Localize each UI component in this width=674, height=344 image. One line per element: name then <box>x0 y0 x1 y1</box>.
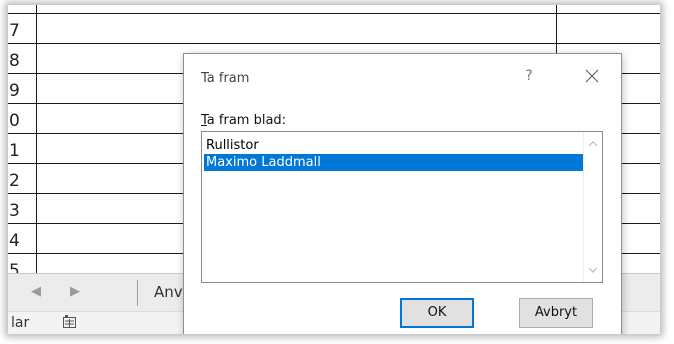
row-gridline <box>8 43 660 44</box>
row-header[interactable]: 1 <box>8 136 37 166</box>
row-gridline <box>8 13 660 14</box>
list-label-text: a fram blad: <box>206 113 287 128</box>
sheet-tab[interactable]: Anv <box>154 283 183 301</box>
unhide-dialog: Ta fram ? Ta fram blad: Rullistor Maximo… <box>183 53 622 334</box>
row-header[interactable]: 8 <box>8 46 37 76</box>
row-header[interactable]: 9 <box>8 76 37 106</box>
help-button[interactable]: ? <box>517 64 541 88</box>
excel-window: 7 8 9 0 1 2 3 4 5 ◀ ▶ Anv lar Ta fram ? … <box>8 5 660 334</box>
status-text: lar <box>11 315 30 331</box>
tab-separator <box>137 280 138 306</box>
listbox-scrollbar[interactable] <box>583 132 602 282</box>
row-header[interactable]: 2 <box>8 166 37 196</box>
chevron-right-icon[interactable]: ▶ <box>70 284 80 299</box>
ok-button[interactable]: OK <box>400 298 474 328</box>
row-header[interactable]: 3 <box>8 196 37 226</box>
list-item-selected[interactable]: Maximo Laddmall <box>204 154 596 171</box>
list-item[interactable]: Rullistor <box>204 137 596 154</box>
row-header[interactable]: 0 <box>8 106 37 136</box>
scroll-down-icon[interactable] <box>587 266 599 274</box>
dialog-title: Ta fram <box>201 71 250 86</box>
row-header[interactable]: 7 <box>8 16 37 46</box>
row-header[interactable]: 4 <box>8 226 37 256</box>
sheet-list-label: Ta fram blad: <box>201 113 286 128</box>
close-icon[interactable] <box>580 64 604 88</box>
sheet-listbox[interactable]: Rullistor Maximo Laddmall <box>201 131 603 283</box>
chevron-left-icon[interactable]: ◀ <box>31 284 41 299</box>
cancel-button[interactable]: Avbryt <box>519 298 593 328</box>
scroll-up-icon[interactable] <box>587 140 599 148</box>
accessibility-icon[interactable] <box>63 315 76 328</box>
row-header[interactable]: 5 <box>8 256 37 273</box>
